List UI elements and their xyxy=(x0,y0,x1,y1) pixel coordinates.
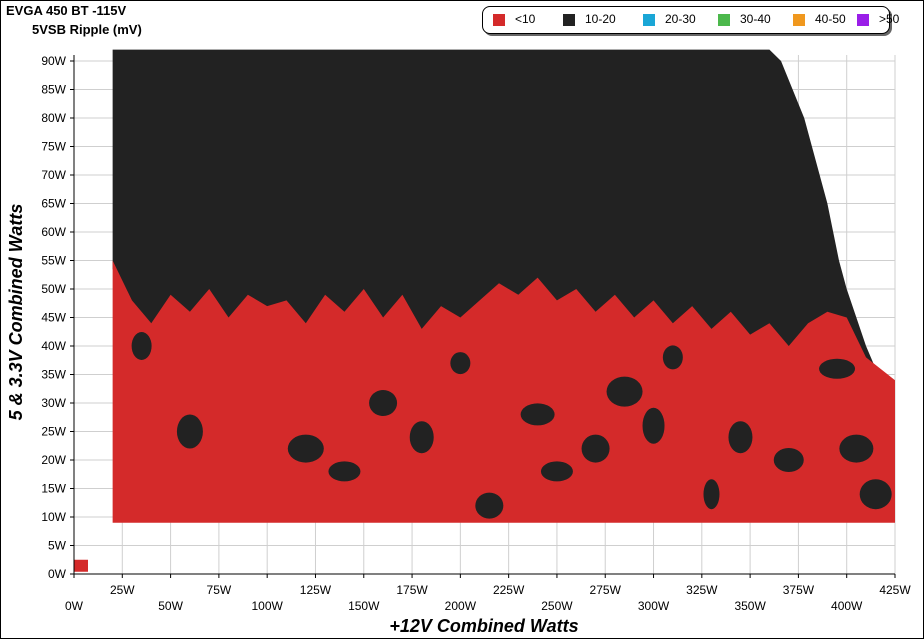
heatmap-chart: 0W 5W 10W 15W 20W 25W 30W 35W 40W 45W 50W 55W 60W 65W… xyxy=(6,49,911,636)
heatmap-cell-10-20 xyxy=(409,421,434,454)
heatmap-cell-10-20 xyxy=(859,479,892,510)
y-tick-label: 80W xyxy=(41,111,66,125)
y-tick-label: 75W xyxy=(41,140,66,154)
x-tick-label: 200W xyxy=(445,599,477,613)
x-tick-label: 0W xyxy=(65,599,84,613)
y-tick-label: 25W xyxy=(41,425,66,439)
heatmap-cell-10-20 xyxy=(839,434,874,463)
y-tick-label: 85W xyxy=(41,83,66,97)
x-tick-label: 100W xyxy=(251,599,283,613)
heatmap-cell-10-20 xyxy=(540,461,573,482)
heatmap-cell-10-20 xyxy=(819,358,856,379)
y-tick-label: 55W xyxy=(41,254,66,268)
y-tick-label: 40W xyxy=(41,339,66,353)
y-tick-label: 0W xyxy=(48,567,67,581)
x-tick-label: 400W xyxy=(831,599,863,613)
y-tick-label: 30W xyxy=(41,396,66,410)
heatmap-cell-10-20 xyxy=(773,448,804,472)
y-tick-label: 45W xyxy=(41,311,66,325)
x-tick-label: 75W xyxy=(207,583,232,597)
heatmap-cell-10-20 xyxy=(728,421,753,454)
x-tick-label: 350W xyxy=(734,599,766,613)
x-tick-label: 225W xyxy=(493,583,525,597)
x-tick-label: 325W xyxy=(686,583,718,597)
heatmap-cell-10-20 xyxy=(475,492,504,519)
heatmap-cell-10-20 xyxy=(131,332,152,360)
heatmap-cell-10-20 xyxy=(176,414,203,449)
heatmap-cell-origin xyxy=(74,559,88,572)
y-tick-label: 15W xyxy=(41,482,66,496)
y-tick-label: 90W xyxy=(41,54,66,68)
x-tick-label: 275W xyxy=(590,583,622,597)
x-tick-label: 375W xyxy=(783,583,815,597)
heatmap-cell-10-20 xyxy=(287,434,324,463)
heatmap-cell-10-20 xyxy=(581,434,610,463)
heatmap-cell-10-20 xyxy=(450,352,471,375)
heatmap-cell-10-20 xyxy=(369,390,398,416)
x-tick-label: 175W xyxy=(396,583,428,597)
y-tick-label: 20W xyxy=(41,453,66,467)
heatmap-cell-10-20 xyxy=(662,345,683,370)
x-tick-label: 250W xyxy=(541,599,573,613)
x-tick-label: 150W xyxy=(348,599,380,613)
x-tick-label: 125W xyxy=(300,583,332,597)
y-axis-title: 5 & 3.3V Combined Watts xyxy=(6,204,26,421)
y-tick-label: 65W xyxy=(41,197,66,211)
x-tick-label: 300W xyxy=(638,599,670,613)
y-tick-label: 35W xyxy=(41,368,66,382)
heatmap-cell-10-20 xyxy=(520,403,555,426)
y-tick-label: 60W xyxy=(41,225,66,239)
heatmap-cell-10-20 xyxy=(606,376,643,407)
x-tick-label: 25W xyxy=(110,583,135,597)
y-tick-label: 50W xyxy=(41,282,66,296)
heatmap-cell-10-20 xyxy=(703,479,720,510)
x-tick-label: 425W xyxy=(879,583,911,597)
x-axis-title: +12V Combined Watts xyxy=(389,616,578,636)
y-tick-label: 5W xyxy=(48,539,67,553)
y-tick-label: 70W xyxy=(41,168,66,182)
heatmap-cell-10-20 xyxy=(328,461,361,482)
heatmap-cell-10-20 xyxy=(642,407,665,444)
x-tick-label: 50W xyxy=(158,599,183,613)
y-tick-label: 10W xyxy=(41,510,66,524)
